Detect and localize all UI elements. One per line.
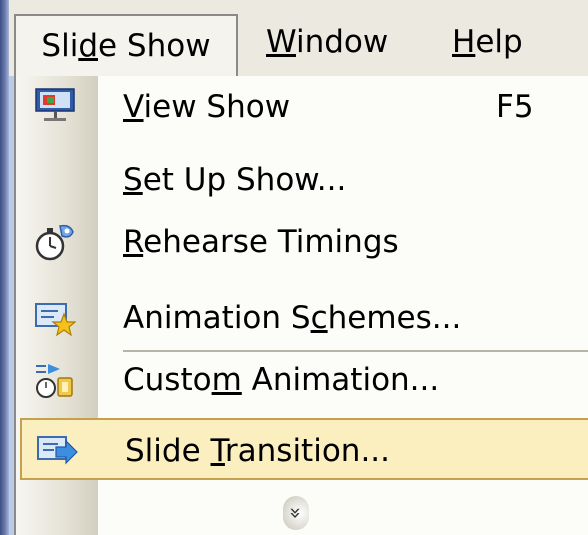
menu-item-animation-schemes[interactable]: Animation Schemes... [16,287,588,349]
menubar-window[interactable]: Window [266,16,388,68]
menubar-label: elp [475,24,523,60]
stopwatch-icon [35,224,74,261]
menu-item-label: Rehearse Timings [123,224,399,260]
menu-item-rehearse-timings[interactable]: Rehearse Timings [16,211,588,273]
custom-animation-icon [36,364,73,398]
menubar-label: Sli [41,28,79,64]
menu-item-set-up-show[interactable]: Set Up Show... [16,149,588,211]
projector-screen-icon [35,88,75,121]
slide-transition-icon [37,436,78,465]
window-edge [0,0,9,535]
menubar-accel-key: d [78,28,98,64]
menu-bar: Slide Show Window Help [0,0,588,76]
shortcut-label: F5 [496,89,534,125]
menubar-label: e Show [98,28,211,64]
menu-item-label: View Show [123,89,291,125]
menubar-label: indow [295,24,389,60]
menubar-help[interactable]: Help [452,16,523,68]
menubar-slide-show[interactable]: Slide Show [14,14,238,76]
slide-show-dropdown-menu: View Show F5 Set Up Show... Rehearse Tim… [14,76,588,535]
menu-item-label: Set Up Show... [123,162,347,198]
expand-menu-chevron-icon[interactable]: » [283,496,309,530]
menu-item-label: Slide Transition... [125,433,391,469]
menu-item-label: Custom Animation... [123,362,440,398]
menubar-accel-key: W [266,24,296,60]
menubar-accel-key: H [452,24,476,60]
menu-item-label: Animation Schemes... [123,300,462,336]
animation-schemes-star-icon [35,303,76,337]
menu-item-custom-animation[interactable]: Custom Animation... [16,349,588,411]
menu-item-slide-transition[interactable]: Slide Transition... [20,418,588,480]
menu-item-view-show[interactable]: View Show F5 [16,76,588,138]
